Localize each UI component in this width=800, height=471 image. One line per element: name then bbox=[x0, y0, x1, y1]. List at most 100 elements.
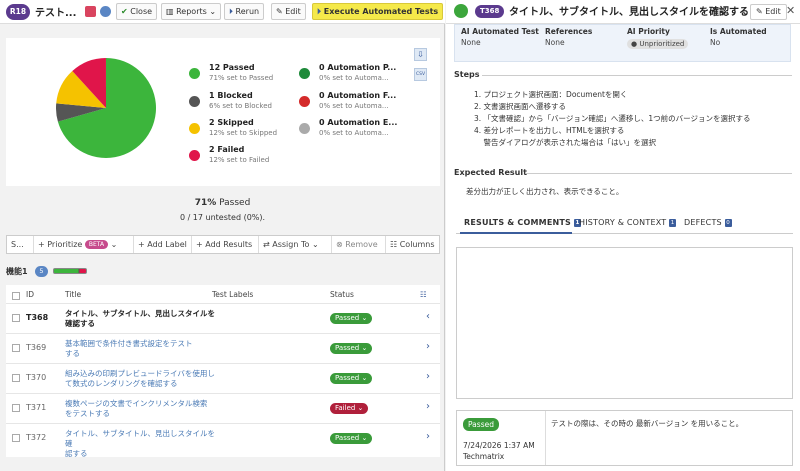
title-line: タイトル、サブタイトル、見出しスタイルを bbox=[65, 309, 215, 318]
legend-title: 2 Failed bbox=[209, 145, 245, 154]
tab-results-comments[interactable]: RESULTS & COMMENTS 1 bbox=[464, 218, 581, 227]
title-line: 認する bbox=[65, 449, 88, 458]
col-header-id[interactable]: ID bbox=[26, 290, 34, 299]
row-checkbox[interactable] bbox=[12, 404, 20, 412]
legend-title: 0 Automation F... bbox=[319, 91, 397, 100]
result-status-badge: Passed bbox=[463, 418, 499, 431]
status-dropdown[interactable]: Passed ⌄ bbox=[330, 433, 373, 444]
tab-count-badge: 0 bbox=[724, 218, 732, 227]
rerun-label: Rerun bbox=[235, 7, 260, 16]
assign-to-button[interactable]: ⇄ Assign To ⌄ bbox=[259, 236, 332, 253]
property-label: References bbox=[545, 27, 593, 36]
columns-button[interactable]: ☷ Columns bbox=[386, 236, 441, 253]
title-line: する bbox=[65, 349, 80, 358]
col-header-status[interactable]: Status bbox=[330, 290, 354, 299]
add-label-text: + Add Label bbox=[138, 240, 187, 249]
table-row[interactable]: T370 組み込みの印刷プレビュードライバを使用し て数式のレンダリングを確認する P… bbox=[6, 363, 440, 393]
reports-button[interactable]: ▥ Reports ⌄ bbox=[161, 3, 222, 20]
step-item: 警告ダイアログが表示された場合は「はい」を選択 bbox=[474, 138, 657, 147]
test-title-link[interactable]: タイトル、サブタイトル、見出しスタイルを確認する bbox=[65, 429, 215, 459]
rerun-button[interactable]: ⏵ Rerun bbox=[224, 3, 265, 20]
passed-percentage: 71% Passed bbox=[0, 198, 445, 208]
title-line: をテストする bbox=[65, 409, 110, 418]
csv-export-icon[interactable]: CSV bbox=[414, 68, 427, 81]
status-dropdown[interactable]: Passed ⌄ bbox=[330, 313, 373, 324]
pencil-icon: ✎ bbox=[276, 7, 283, 16]
prioritize-button[interactable]: + Prioritize BETA ⌄ bbox=[34, 236, 134, 253]
remove-icon: ⊗ bbox=[336, 240, 343, 249]
remove-button[interactable]: ⊗ Remove bbox=[332, 236, 386, 253]
legend-subtitle: 6% set to Blocked bbox=[209, 102, 272, 110]
row-checkbox[interactable] bbox=[12, 374, 20, 382]
column-settings-icon[interactable]: ☷ bbox=[420, 290, 427, 299]
execute-automated-tests-button[interactable]: ⏵ Execute Automated Tests bbox=[312, 3, 444, 20]
divider bbox=[526, 173, 792, 174]
edit-label: Edit bbox=[285, 7, 301, 16]
col-header-test-labels[interactable]: Test Labels bbox=[212, 290, 253, 299]
test-properties: AI Automated Test None References None AI Pr… bbox=[454, 24, 791, 62]
steps-heading: Steps bbox=[454, 70, 480, 79]
property-label: Is Automated bbox=[710, 27, 767, 36]
row-checkbox[interactable] bbox=[12, 314, 20, 322]
legend-subtitle: 0% set to Automa... bbox=[319, 129, 389, 137]
divider bbox=[482, 75, 792, 76]
edit-run-button[interactable]: ✎ Edit bbox=[271, 3, 306, 20]
table-row[interactable]: T372 タイトル、サブタイトル、見出しスタイルを確 認する Passed ⌄ › bbox=[6, 423, 440, 458]
legend-title: 0 Automation P... bbox=[319, 63, 397, 72]
detail-header: T368 タイトル、サブタイトル、見出しスタイルを確認する ✎ Edit ✕ bbox=[446, 0, 800, 24]
chevron-right-icon[interactable]: › bbox=[426, 341, 430, 352]
tab-defects[interactable]: DEFECTS 0 bbox=[684, 218, 732, 227]
row-checkbox[interactable] bbox=[12, 344, 20, 352]
legend-subtitle: 0% set to Automa... bbox=[319, 102, 389, 110]
step-item: 1. プロジェクト選択画面：Documentを開く bbox=[474, 90, 628, 99]
test-title-link[interactable]: 複数ページの文書でインクリメンタル検索 をテストする bbox=[65, 399, 215, 419]
add-label-button[interactable]: + Add Label bbox=[134, 236, 192, 253]
test-title-link[interactable]: 組み込みの印刷プレビュードライバを使用し て数式のレンダリングを確認する bbox=[65, 369, 215, 389]
tests-toolbar: S... + Prioritize BETA ⌄ + Add Label + A… bbox=[6, 235, 440, 254]
status-dropdown[interactable]: Passed ⌄ bbox=[330, 343, 373, 354]
test-id-badge: T368 bbox=[475, 5, 505, 18]
tab-label: HISTORY & CONTEXT bbox=[579, 218, 670, 227]
edit-test-button[interactable]: ✎ Edit bbox=[750, 4, 787, 20]
table-row[interactable]: T371 複数ページの文書でインクリメンタル検索 をテストする Failed ⌄ › bbox=[6, 393, 440, 423]
step-item: 3. 「文書確認」から「バージョン確認」へ遷移し、1つ前のバージョンを選択する bbox=[474, 114, 751, 123]
chevron-right-icon[interactable]: ‹ bbox=[426, 311, 430, 322]
test-title-link[interactable]: タイトル、サブタイトル、見出しスタイルを確認する bbox=[65, 309, 215, 329]
section-progress-bar bbox=[53, 268, 87, 274]
columns-icon: ☷ bbox=[390, 240, 398, 249]
test-detail-pane: T368 タイトル、サブタイトル、見出しスタイルを確認する ✎ Edit ✕ A… bbox=[446, 0, 800, 471]
chevron-right-icon[interactable]: › bbox=[426, 371, 430, 382]
export-icon[interactable] bbox=[85, 6, 96, 17]
close-icon[interactable]: ✕ bbox=[786, 4, 795, 17]
close-button[interactable]: ✔ Close bbox=[116, 3, 158, 20]
close-label: Close bbox=[130, 7, 153, 16]
legend-dot bbox=[189, 123, 200, 134]
title-line: 複数ページの文書でインクリメンタル検索 bbox=[65, 399, 208, 408]
left-pane: R18 テスト... ✔ Close ▥ Reports ⌄ ⏵ Rerun ✎… bbox=[0, 0, 445, 471]
result-date: 7/24/2026 1:37 AM bbox=[463, 441, 535, 450]
property-label: AI Automated Test bbox=[461, 27, 539, 36]
chart-icon: ▥ bbox=[166, 7, 174, 16]
row-checkbox[interactable] bbox=[12, 434, 20, 442]
print-icon[interactable] bbox=[100, 6, 111, 17]
tab-history-context[interactable]: HISTORY & CONTEXT 1 bbox=[579, 218, 677, 227]
status-dropdown[interactable]: Passed ⌄ bbox=[330, 373, 373, 384]
table-row[interactable]: T368 タイトル、サブタイトル、見出しスタイルを 確認する Passed ⌄ ‹ bbox=[6, 303, 440, 333]
select-all-checkbox[interactable] bbox=[12, 292, 20, 300]
chevron-right-icon[interactable]: › bbox=[426, 431, 430, 442]
col-header-title[interactable]: Title bbox=[65, 290, 81, 299]
legend-dot bbox=[189, 150, 200, 161]
comment-input[interactable] bbox=[456, 247, 793, 399]
legend-dot bbox=[189, 96, 200, 107]
status-dropdown[interactable]: Failed ⌄ bbox=[330, 403, 369, 414]
tests-table: ID Title Test Labels Status ☷ T368 タイトル、サ… bbox=[6, 285, 440, 458]
pencil-icon: ✎ bbox=[756, 7, 763, 16]
chevron-down-icon: ⌄ bbox=[209, 7, 217, 16]
test-title-link[interactable]: 基本範囲で条件付き書式設定をテスト する bbox=[65, 339, 215, 359]
reports-label: Reports bbox=[176, 7, 207, 16]
chevron-right-icon[interactable]: › bbox=[426, 401, 430, 412]
table-row[interactable]: T369 基本範囲で条件付き書式設定をテスト する Passed ⌄ › bbox=[6, 333, 440, 363]
download-icon[interactable]: ⇩ bbox=[414, 48, 427, 61]
add-results-button[interactable]: + Add Results bbox=[192, 236, 259, 253]
select-dropdown[interactable]: S... bbox=[7, 236, 34, 253]
